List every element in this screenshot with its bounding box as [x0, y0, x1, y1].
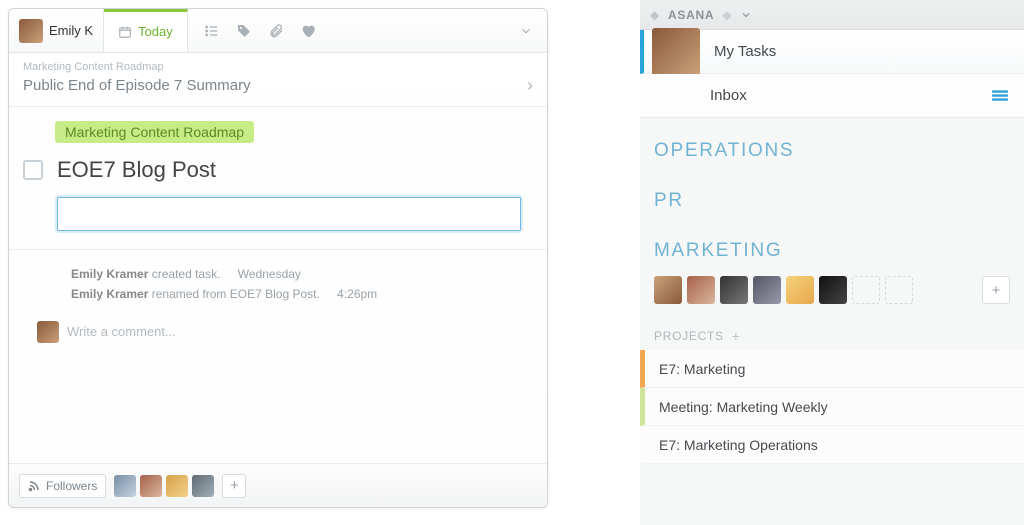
tab-today[interactable]: Today: [104, 9, 188, 52]
activity-entry: Emily Kramer created task. Wednesday: [71, 264, 519, 284]
followers-bar: Followers +: [9, 463, 547, 507]
team-marketing[interactable]: MARKETING: [640, 218, 1024, 268]
team-name-label: OPERATIONS: [654, 140, 1010, 162]
followers-button[interactable]: Followers: [19, 474, 106, 498]
dot-icon: ◆: [650, 8, 660, 22]
project-name: E7: Marketing: [659, 361, 745, 377]
avatar[interactable]: [654, 276, 682, 304]
attachment-icon[interactable]: [268, 23, 284, 39]
sidebar-panel: ◆ ASANA ◆ My Tasks Inbox OPERATIONS PR M…: [640, 0, 1024, 525]
add-project-button[interactable]: +: [732, 328, 741, 344]
team-name-label: MARKETING: [654, 240, 1010, 262]
list-icon[interactable]: [204, 23, 220, 39]
task-name[interactable]: EOE7 Blog Post: [57, 157, 216, 183]
dot-icon: ◆: [722, 8, 732, 22]
complete-checkbox[interactable]: [23, 160, 43, 180]
description-input[interactable]: [57, 197, 521, 231]
breadcrumb-title: Public End of Episode 7 Summary: [23, 77, 251, 94]
activity-actor: Emily Kramer: [71, 267, 148, 281]
team-pr[interactable]: PR: [640, 168, 1024, 218]
workspace-name: ASANA: [668, 8, 714, 22]
avatar[interactable]: [140, 475, 162, 497]
add-member-button[interactable]: +: [982, 276, 1010, 304]
breadcrumb-parent[interactable]: Public End of Episode 7 Summary ›: [23, 75, 533, 96]
task-title-row: EOE7 Blog Post: [23, 157, 533, 183]
add-follower-button[interactable]: +: [222, 474, 246, 498]
activity-feed: Emily Kramer created task. Wednesday Emi…: [23, 250, 533, 305]
activity-actor: Emily Kramer: [71, 287, 148, 301]
activity-entry: Emily Kramer renamed from EOE7 Blog Post…: [71, 284, 519, 304]
comment-input[interactable]: Write a comment...: [67, 324, 176, 339]
avatar[interactable]: [192, 475, 214, 497]
team-marketing-members: +: [640, 268, 1024, 318]
avatar[interactable]: [114, 475, 136, 497]
project-pill[interactable]: Marketing Content Roadmap: [55, 121, 254, 143]
avatar-placeholder: [852, 276, 880, 304]
avatar[interactable]: [753, 276, 781, 304]
tab-today-label: Today: [138, 24, 173, 39]
calendar-icon: [118, 25, 132, 39]
workspace-header[interactable]: ◆ ASANA ◆: [640, 0, 1024, 30]
project-name: E7: Marketing Operations: [659, 437, 818, 453]
user-name-label: Emily K: [49, 23, 93, 38]
project-row[interactable]: E7: Marketing: [640, 350, 1024, 388]
project-row[interactable]: E7: Marketing Operations: [640, 426, 1024, 464]
inbox-icon: [990, 88, 1010, 104]
chevron-right-icon: ›: [527, 75, 533, 96]
avatar[interactable]: [166, 475, 188, 497]
team-name-label: PR: [654, 190, 1010, 212]
comment-row: Write a comment...: [23, 305, 533, 343]
project-row[interactable]: Meeting: Marketing Weekly: [640, 388, 1024, 426]
activity-time: Wednesday: [238, 267, 301, 281]
breadcrumb-project: Marketing Content Roadmap: [23, 61, 533, 73]
activity-verb: renamed from EOE7 Blog Post.: [152, 287, 320, 301]
avatar[interactable]: [819, 276, 847, 304]
breadcrumb-block: Marketing Content Roadmap Public End of …: [9, 53, 547, 107]
activity-time: 4:26pm: [337, 287, 377, 301]
avatar: [652, 28, 700, 76]
chevron-down-icon: [519, 24, 533, 38]
avatar: [37, 321, 59, 343]
rss-icon: [28, 480, 40, 492]
activity-verb: created task.: [152, 267, 221, 281]
task-toolbar: Emily K Today: [9, 9, 547, 53]
project-name: Meeting: Marketing Weekly: [659, 399, 828, 415]
more-menu[interactable]: [505, 24, 547, 38]
avatar[interactable]: [720, 276, 748, 304]
avatar[interactable]: [687, 276, 715, 304]
toolbar-icons: [188, 9, 332, 52]
section-label-text: PROJECTS: [654, 329, 724, 343]
task-detail-panel: Emily K Today Marketing Content Roadmap …: [8, 8, 548, 508]
followers-label: Followers: [46, 479, 97, 493]
sidebar-item-label: My Tasks: [714, 43, 776, 60]
user-chip[interactable]: Emily K: [9, 9, 104, 52]
follower-avatars: [114, 475, 214, 497]
sidebar-item-inbox[interactable]: Inbox: [640, 74, 1024, 118]
chevron-down-icon: [740, 9, 752, 21]
avatar[interactable]: [786, 276, 814, 304]
tag-icon[interactable]: [236, 23, 252, 39]
sidebar-item-my-tasks[interactable]: My Tasks: [640, 30, 1024, 74]
team-operations[interactable]: OPERATIONS: [640, 118, 1024, 168]
task-body: Marketing Content Roadmap EOE7 Blog Post…: [9, 107, 547, 343]
projects-section-label: PROJECTS +: [640, 318, 1024, 350]
sidebar-item-label: Inbox: [710, 87, 747, 104]
avatar: [19, 19, 43, 43]
avatar-placeholder: [885, 276, 913, 304]
heart-icon[interactable]: [300, 23, 316, 39]
